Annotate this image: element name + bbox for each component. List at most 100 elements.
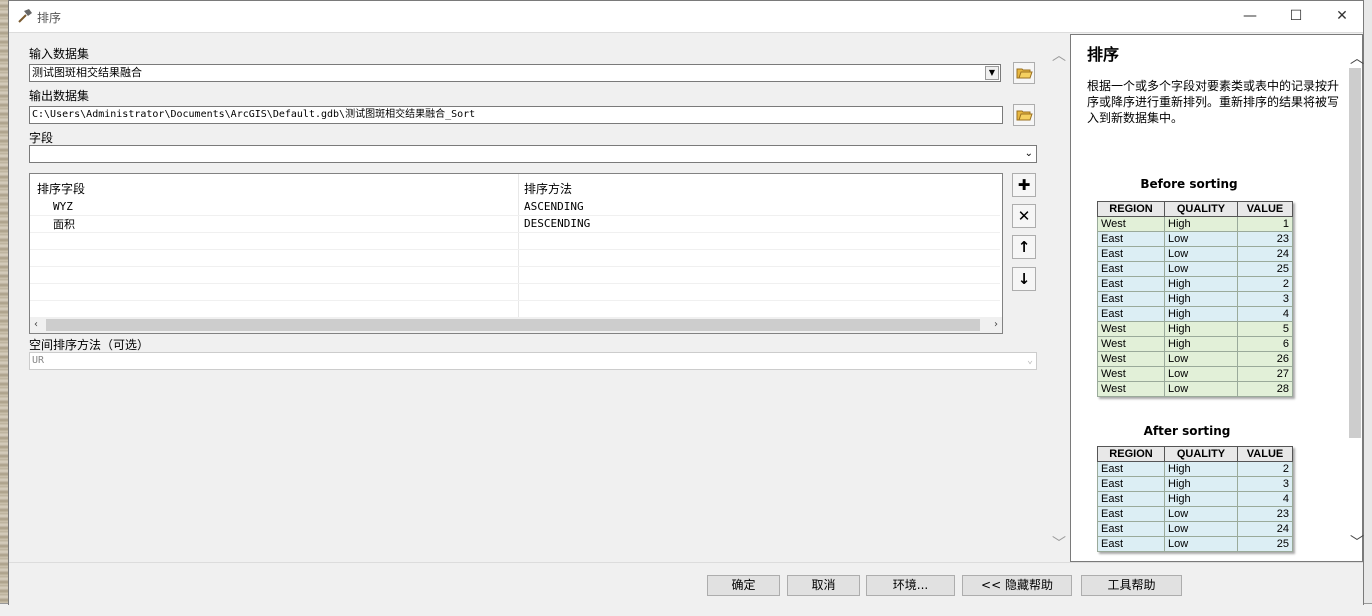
output-dataset-input[interactable]: C:\Users\Administrator\Documents\ArcGIS\… (29, 106, 1003, 124)
table-row-empty[interactable] (30, 300, 1000, 318)
spatial-sort-select[interactable]: UR ⌄ (29, 352, 1037, 370)
field-label: 字段 (29, 131, 54, 145)
scrollbar-thumb[interactable] (46, 319, 980, 331)
row-method[interactable]: DESCENDING (524, 217, 590, 230)
table-row: East Low 24 (1097, 246, 1293, 262)
cell-region: East (1097, 261, 1165, 277)
parameters-scrollbar[interactable]: ︿ ﹀ (1049, 33, 1066, 562)
remove-field-button[interactable]: ✕ (1012, 204, 1036, 228)
cell-value: 3 (1237, 291, 1293, 307)
scroll-left-icon[interactable]: ‹ (34, 319, 38, 330)
cell-region: East (1097, 306, 1165, 322)
header-sort-method: 排序方法 (524, 182, 573, 196)
col-quality: QUALITY (1164, 201, 1238, 217)
cell-quality: Low (1164, 261, 1238, 277)
cell-quality: High (1164, 306, 1238, 322)
table-row[interactable]: WYZ ASCENDING (30, 198, 1000, 216)
cell-quality: Low (1164, 366, 1238, 382)
input-browse-button[interactable] (1013, 62, 1035, 84)
cell-value: 23 (1237, 506, 1293, 522)
window-title: 排序 (37, 11, 62, 25)
cell-value: 6 (1237, 336, 1293, 352)
cell-value: 25 (1237, 536, 1293, 552)
horizontal-scrollbar[interactable]: ‹ › (30, 317, 1002, 333)
after-table-body: East High 2 East High 3 East High 4 East Low 23 East… (1097, 461, 1293, 552)
parameters-panel: 输入数据集 测试图斑相交结果融合 ▼ 输出数据集 C:\Users\Admini… (9, 33, 1066, 562)
cell-region: West (1097, 351, 1165, 367)
table-row-empty[interactable] (30, 266, 1000, 284)
cell-value: 25 (1237, 261, 1293, 277)
header-sort-field: 排序字段 (37, 182, 86, 196)
cell-value: 23 (1237, 231, 1293, 247)
cell-quality: Low (1164, 351, 1238, 367)
cell-region: West (1097, 336, 1165, 352)
button-bar: 确定 取消 环境... << 隐藏帮助 工具帮助 (9, 562, 1363, 607)
input-dataset-value: 测试图斑相交结果融合 (32, 66, 142, 79)
table-row: East High 2 (1097, 461, 1293, 477)
table-row-empty[interactable] (30, 283, 1000, 301)
input-dataset-select[interactable]: 测试图斑相交结果融合 ▼ (29, 64, 1001, 82)
cell-quality: Low (1164, 381, 1238, 397)
cell-value: 4 (1237, 306, 1293, 322)
table-row-empty[interactable] (30, 249, 1000, 267)
cell-region: East (1097, 536, 1165, 552)
add-field-button[interactable]: ✚ (1012, 173, 1036, 197)
cell-quality: High (1164, 321, 1238, 337)
table-row: West High 1 (1097, 216, 1293, 232)
tool-help-button[interactable]: 工具帮助 (1081, 575, 1182, 596)
minimize-button[interactable]: — (1227, 1, 1273, 31)
cancel-button[interactable]: 取消 (787, 575, 860, 596)
cell-region: East (1097, 521, 1165, 537)
cell-value: 1 (1237, 216, 1293, 232)
chevron-down-icon[interactable]: ⌄ (1027, 353, 1033, 369)
spatial-sort-label: 空间排序方法（可选） (29, 338, 150, 352)
cell-quality: High (1164, 216, 1238, 232)
cell-region: West (1097, 321, 1165, 337)
output-browse-button[interactable] (1013, 104, 1035, 126)
scrollbar-thumb[interactable] (1349, 68, 1361, 438)
cell-quality: High (1164, 476, 1238, 492)
cell-quality: High (1164, 336, 1238, 352)
cell-value: 2 (1237, 461, 1293, 477)
row-field: WYZ (53, 200, 73, 213)
sort-fields-table: 排序字段 排序方法 WYZ ASCENDING 面积 DESCENDING ‹ … (29, 173, 1003, 334)
folder-open-icon (1016, 110, 1033, 121)
scroll-right-icon[interactable]: › (994, 319, 998, 330)
cell-region: East (1097, 476, 1165, 492)
scroll-up-icon[interactable]: ︿ (1350, 48, 1364, 68)
table-row: West Low 27 (1097, 366, 1293, 382)
table-row-empty[interactable] (30, 232, 1000, 250)
table-row: East High 3 (1097, 291, 1293, 307)
scroll-down-icon[interactable]: ﹀ (1052, 533, 1066, 553)
before-table-body: West High 1 East Low 23 East Low 24 East Low 25 East… (1097, 216, 1293, 397)
cell-region: East (1097, 491, 1165, 507)
row-method[interactable]: ASCENDING (524, 200, 584, 213)
scroll-up-icon[interactable]: ︿ (1052, 45, 1066, 65)
ok-button[interactable]: 确定 (707, 575, 780, 596)
help-title: 排序 (1087, 45, 1120, 64)
table-row: East Low 23 (1097, 231, 1293, 247)
environments-button[interactable]: 环境... (866, 575, 955, 596)
field-select[interactable]: ⌄ (29, 145, 1037, 163)
cell-region: West (1097, 366, 1165, 382)
scroll-down-icon[interactable]: ﹀ (1350, 532, 1364, 552)
table-row: East Low 25 (1097, 261, 1293, 277)
cell-value: 4 (1237, 491, 1293, 507)
close-button[interactable]: ✕ (1319, 1, 1365, 31)
cell-quality: Low (1164, 521, 1238, 537)
hide-help-button[interactable]: << 隐藏帮助 (962, 575, 1072, 596)
maximize-button[interactable]: ☐ (1273, 1, 1319, 31)
dropdown-arrow-icon[interactable]: ▼ (985, 66, 999, 80)
title-bar: 排序 — ☐ ✕ (9, 1, 1363, 33)
cell-region: East (1097, 231, 1165, 247)
move-down-button[interactable]: ↓ (1012, 267, 1036, 291)
table-row[interactable]: 面积 DESCENDING (30, 215, 1000, 233)
col-value: VALUE (1237, 201, 1293, 217)
cell-region: East (1097, 461, 1165, 477)
move-up-button[interactable]: ↑ (1012, 235, 1036, 259)
help-scrollbar[interactable]: ︿ ﹀ (1347, 34, 1364, 562)
table-row: West High 5 (1097, 321, 1293, 337)
cell-quality: High (1164, 461, 1238, 477)
chevron-down-icon[interactable]: ⌄ (1025, 146, 1033, 162)
cell-value: 28 (1237, 381, 1293, 397)
